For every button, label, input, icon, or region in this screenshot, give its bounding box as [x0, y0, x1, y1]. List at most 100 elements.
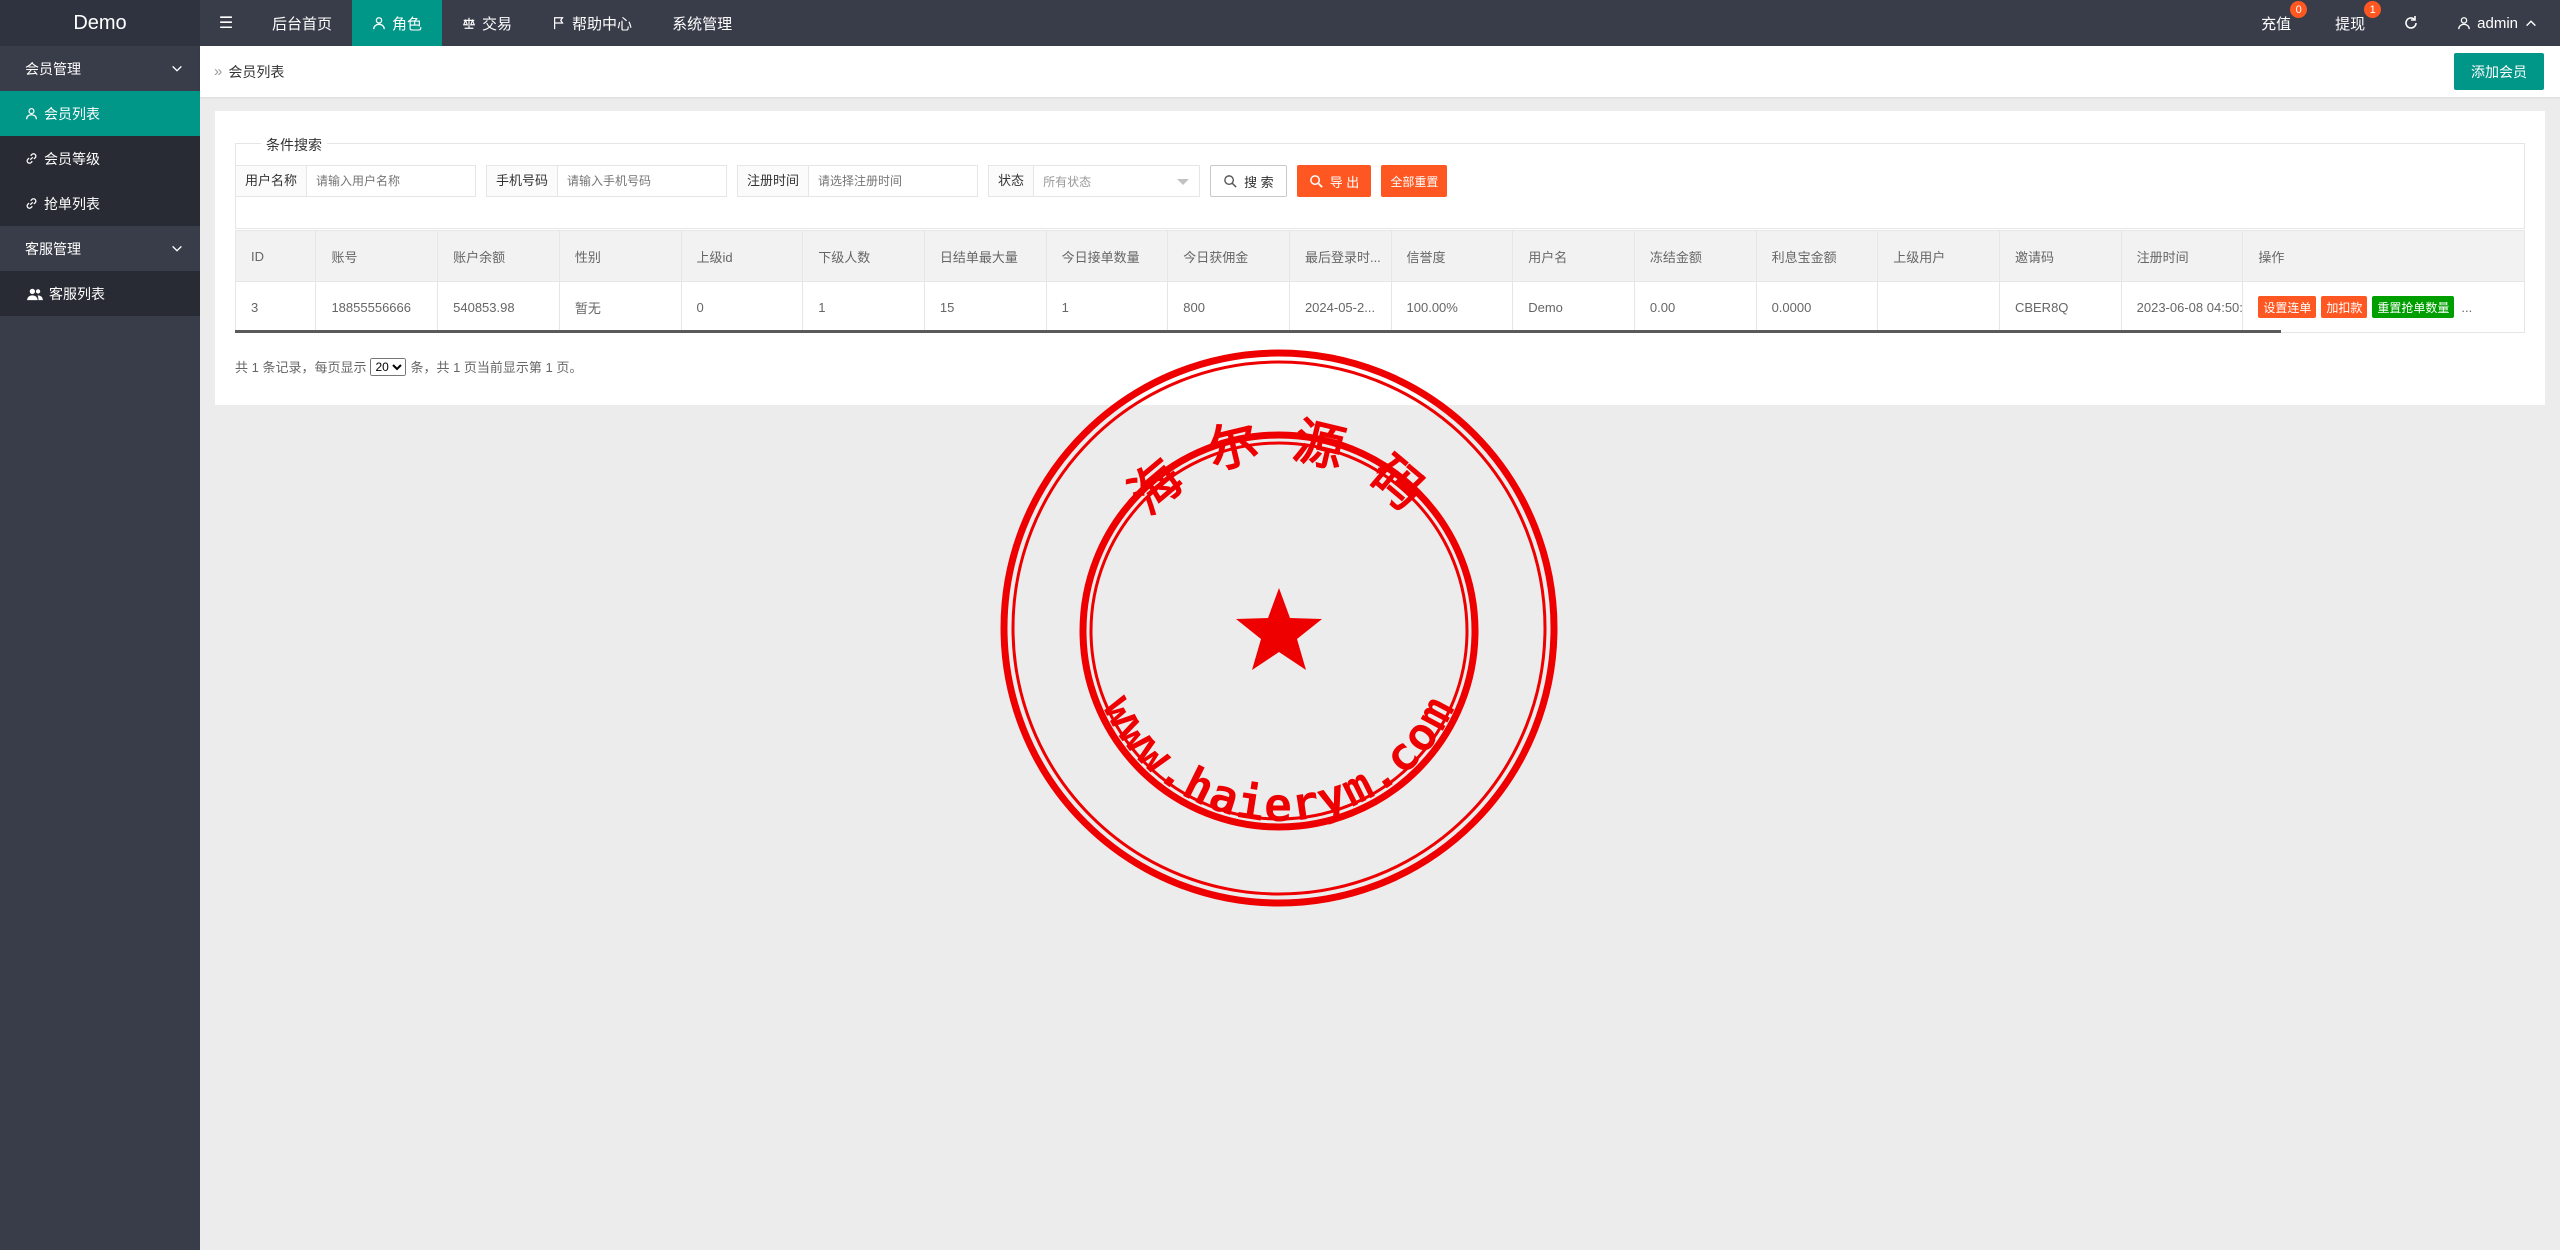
more-actions-button[interactable]: ...: [2461, 300, 2472, 315]
sidebar-item-service-list[interactable]: 客服列表: [0, 271, 200, 316]
table-scrollbar[interactable]: [235, 330, 2281, 333]
caret-down-icon: [1177, 179, 1190, 185]
watermark-seal: 海 尔 源 码 www.haierym.com: [1000, 349, 1558, 907]
column-header: 冻结金额: [1633, 230, 1757, 282]
search-form: 用户名称 手机号码 注册时间 状态 所有状态 搜 索 导 出 全部重置: [235, 165, 1457, 197]
search-icon: [1309, 174, 1323, 188]
column-header: ID: [234, 230, 317, 282]
table-cell: 540853.98: [437, 281, 560, 333]
set-chain-order-button[interactable]: 设置连单: [2258, 296, 2317, 318]
top-nav: 后台首页 角色 交易 帮助中心 系统管理: [252, 0, 752, 46]
chevron-down-icon: [172, 245, 182, 252]
phone-filter: 手机号码: [486, 165, 728, 197]
sidebar-item-member-level[interactable]: 会员等级: [0, 136, 200, 181]
watermark-top-text: 海 尔 源 码: [1118, 411, 1439, 525]
breadcrumb-current: 会员列表: [228, 63, 285, 80]
reset-all-button-label: 全部重置: [1390, 174, 1439, 189]
column-header: 上级用户: [1877, 230, 2000, 282]
chevron-up-icon: [2526, 20, 2536, 27]
add-member-button[interactable]: 添加会员: [2454, 53, 2544, 90]
column-header: 账户余额: [437, 230, 560, 282]
breadcrumb: » 会员列表 添加会员: [200, 46, 2560, 97]
page-size-select[interactable]: 20: [370, 357, 407, 376]
column-header: 今日获佣金: [1167, 230, 1290, 282]
sidebar-group-service[interactable]: 客服管理: [0, 226, 200, 271]
reset-all-button[interactable]: 全部重置: [1381, 165, 1448, 197]
table-cell: 18855556666: [315, 281, 439, 333]
users-icon: [27, 288, 43, 300]
refresh-icon: [2405, 16, 2417, 29]
column-header: 今日接单数量: [1045, 230, 1169, 282]
table-cell: 2023-06-08 04:50:09: [2120, 281, 2244, 333]
sidebar-item-order-list[interactable]: 抢单列表: [0, 181, 200, 226]
status-select[interactable]: 所有状态: [1034, 166, 1199, 196]
table-cell: 1: [1045, 281, 1169, 333]
adjust-balance-button[interactable]: 加扣款: [2321, 296, 2368, 318]
table-cell: 100.00%: [1390, 281, 1514, 333]
search-button-label: 搜 索: [1244, 174, 1274, 190]
top-header: Demo ☰ 后台首页 角色 交易 帮助中心 系统管理 充值 0 提现 1 ad…: [0, 0, 2560, 46]
sidebar: 会员管理 会员列表 会员等级 抢单列表 客服管理 客服列表: [0, 46, 200, 1250]
app-logo[interactable]: Demo: [0, 0, 200, 46]
table-cell: 0.0000: [1755, 281, 1879, 333]
column-header: 日结单最大量: [923, 230, 1047, 282]
search-button[interactable]: 搜 索: [1210, 165, 1287, 197]
table-cell: 0.00: [1633, 281, 1757, 333]
pagination-prefix: 共 1 条记录，每页显示: [235, 360, 367, 375]
watermark-bottom-text: www.haierym.com: [1092, 686, 1465, 832]
column-header: 邀请码: [1998, 230, 2122, 282]
column-header: 下级人数: [802, 230, 925, 282]
pagination: 共 1 条记录，每页显示 20 条，共 1 页当前显示第 1 页。: [235, 357, 582, 376]
withdraw-button[interactable]: 提现 1: [2313, 0, 2387, 46]
pagination-suffix: 条，共 1 页当前显示第 1 页。: [410, 360, 583, 375]
link-icon: [26, 198, 37, 209]
export-button[interactable]: 导 出: [1296, 165, 1372, 197]
nav-role[interactable]: 角色: [352, 0, 443, 46]
nav-system[interactable]: 系统管理: [652, 0, 752, 46]
nav-home-label: 后台首页: [272, 15, 333, 33]
table-header-row: ID 账号 账户余额 性别 上级id 下级人数 日结单最大量 今日接单数量 今日…: [234, 230, 2525, 282]
recharge-badge: 0: [2290, 1, 2308, 18]
column-header: 用户名: [1512, 230, 1635, 282]
table-cell: 2024-05-2...: [1288, 281, 1392, 333]
refresh-button[interactable]: [2387, 0, 2435, 46]
user-icon: [2458, 17, 2471, 30]
export-button-label: 导 出: [1329, 174, 1360, 190]
sidebar-item-member-list[interactable]: 会员列表: [0, 91, 200, 136]
nav-help[interactable]: 帮助中心: [532, 0, 652, 46]
sidebar-item-label: 抢单列表: [44, 195, 100, 212]
phone-input[interactable]: [558, 166, 727, 196]
column-header: 账号: [315, 230, 439, 282]
column-header: 注册时间: [2120, 230, 2244, 282]
status-select-value: 所有状态: [1043, 174, 1092, 189]
column-header: 利息宝金额: [1755, 230, 1879, 282]
username-filter-label: 用户名称: [236, 166, 308, 196]
status-filter: 状态 所有状态: [988, 165, 1201, 197]
link-icon: [26, 153, 37, 164]
reset-order-count-button[interactable]: 重置抢单数量: [2372, 296, 2455, 318]
register-time-filter-label: 注册时间: [738, 166, 810, 196]
nav-role-label: 角色: [392, 15, 423, 33]
recharge-button[interactable]: 充值 0: [2239, 0, 2313, 46]
withdraw-badge: 1: [2364, 1, 2382, 18]
nav-help-label: 帮助中心: [572, 15, 633, 33]
register-time-input[interactable]: [809, 166, 978, 196]
username-input[interactable]: [307, 166, 476, 196]
user-icon: [26, 108, 37, 120]
search-legend: 条件搜索: [261, 135, 327, 155]
table-cell: CBER8Q: [1998, 281, 2122, 333]
actions-cell: 设置连单 加扣款 重置抢单数量 ...: [2242, 281, 2525, 333]
sidebar-item-label: 会员列表: [44, 105, 100, 122]
recharge-label: 充值: [2261, 15, 2292, 33]
menu-toggle-icon[interactable]: ☰: [200, 0, 252, 46]
nav-trade[interactable]: 交易: [442, 0, 532, 46]
table-cell: 0: [680, 281, 804, 333]
sidebar-item-label: 会员等级: [44, 150, 100, 167]
nav-home[interactable]: 后台首页: [252, 0, 352, 46]
star-icon: [1236, 588, 1322, 670]
table-row: 3 18855556666 540853.98 暂无 0 1 15 1 800 …: [234, 281, 2525, 333]
breadcrumb-separator: »: [214, 63, 223, 80]
user-menu[interactable]: admin: [2435, 0, 2560, 46]
sidebar-group-label: 会员管理: [25, 60, 81, 77]
sidebar-group-members[interactable]: 会员管理: [0, 46, 200, 91]
